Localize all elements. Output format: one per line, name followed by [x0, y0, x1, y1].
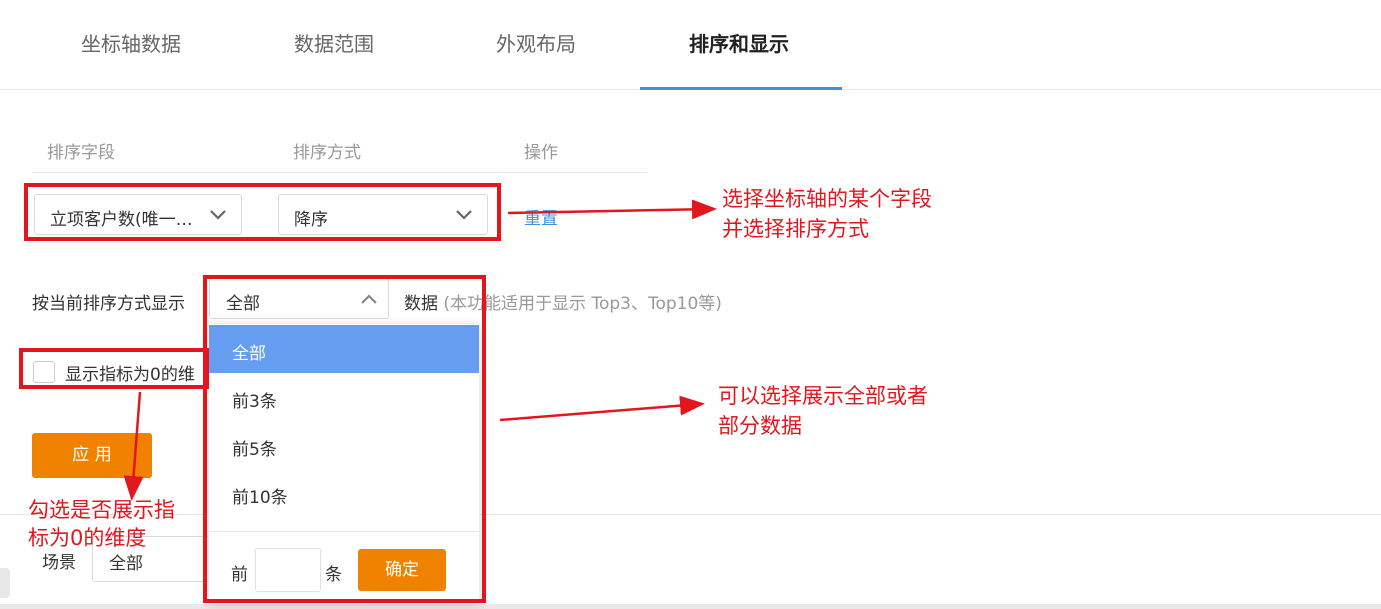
- bottom-border: [0, 604, 1381, 609]
- tab-bar: 坐标轴数据 数据范围 外观布局 排序和显示: [0, 0, 1381, 90]
- header-sort-order: 排序方式: [293, 143, 361, 163]
- sort-highlight-box: [24, 183, 501, 241]
- range-arrow: [499, 395, 705, 422]
- tab-axis-data[interactable]: 坐标轴数据: [81, 28, 181, 57]
- header-action: 操作: [524, 143, 558, 163]
- scroll-handle[interactable]: [0, 568, 10, 598]
- checkbox-annotation: 勾选是否展示指 标为0的维度: [28, 498, 175, 550]
- active-tab-indicator: [640, 87, 842, 90]
- header-sort-field: 排序字段: [47, 143, 115, 163]
- header-divider: [32, 172, 647, 173]
- tab-appearance-layout[interactable]: 外观布局: [496, 28, 576, 57]
- display-limit-label: 按当前排序方式显示: [32, 294, 185, 314]
- reset-link[interactable]: 重置: [524, 204, 558, 229]
- scene-value: 全部: [109, 554, 143, 574]
- checkbox-highlight-box: [19, 348, 209, 389]
- range-highlight-box: [203, 275, 486, 603]
- apply-button[interactable]: 应 用: [32, 433, 152, 478]
- tab-sort-display[interactable]: 排序和显示: [689, 28, 789, 57]
- range-annotation: 可以选择展示全部或者 部分数据: [718, 384, 928, 438]
- sort-annotation: 选择坐标轴的某个字段 并选择排序方式: [722, 187, 932, 241]
- tab-data-range[interactable]: 数据范围: [294, 28, 374, 57]
